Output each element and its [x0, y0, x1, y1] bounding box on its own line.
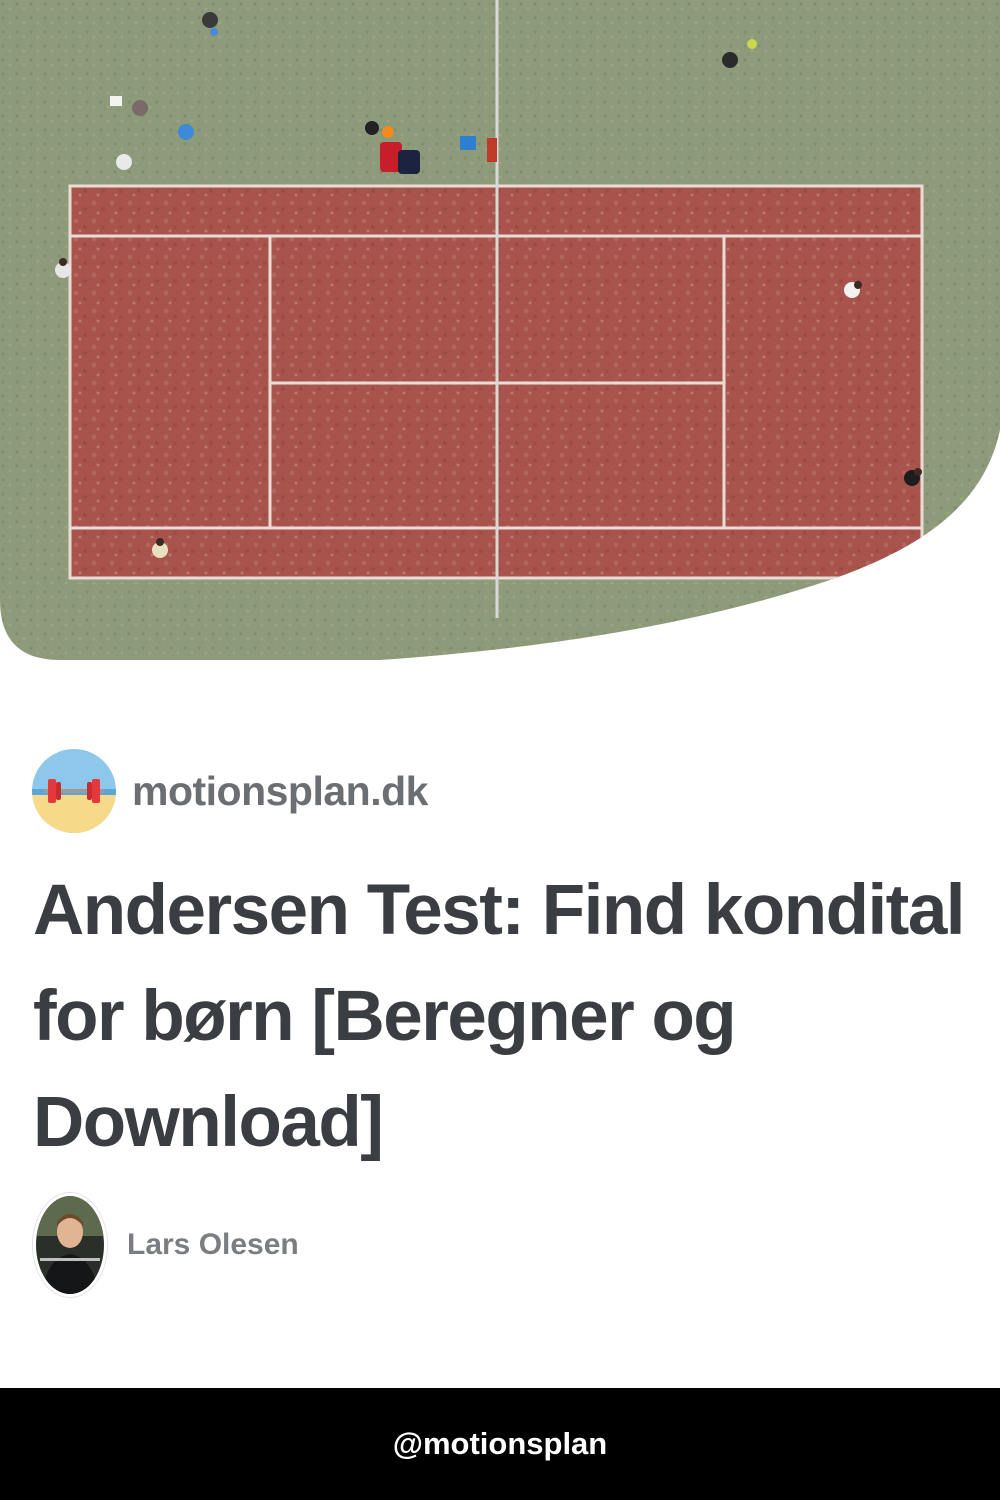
hero-image	[0, 0, 1000, 665]
author-byline: Lars Olesen	[33, 1190, 299, 1300]
site-name[interactable]: motionsplan.dk	[132, 768, 428, 815]
avatar[interactable]	[33, 1193, 107, 1297]
footer-bar: @motionsplan	[0, 1388, 1000, 1500]
social-handle[interactable]: @motionsplan	[393, 1426, 608, 1462]
article-title[interactable]: Andersen Test: Find kondital for børn [B…	[33, 858, 973, 1176]
site-header: motionsplan.dk	[32, 748, 428, 834]
author-name[interactable]: Lars Olesen	[127, 1228, 299, 1262]
barbell-on-beach-icon	[32, 749, 116, 833]
